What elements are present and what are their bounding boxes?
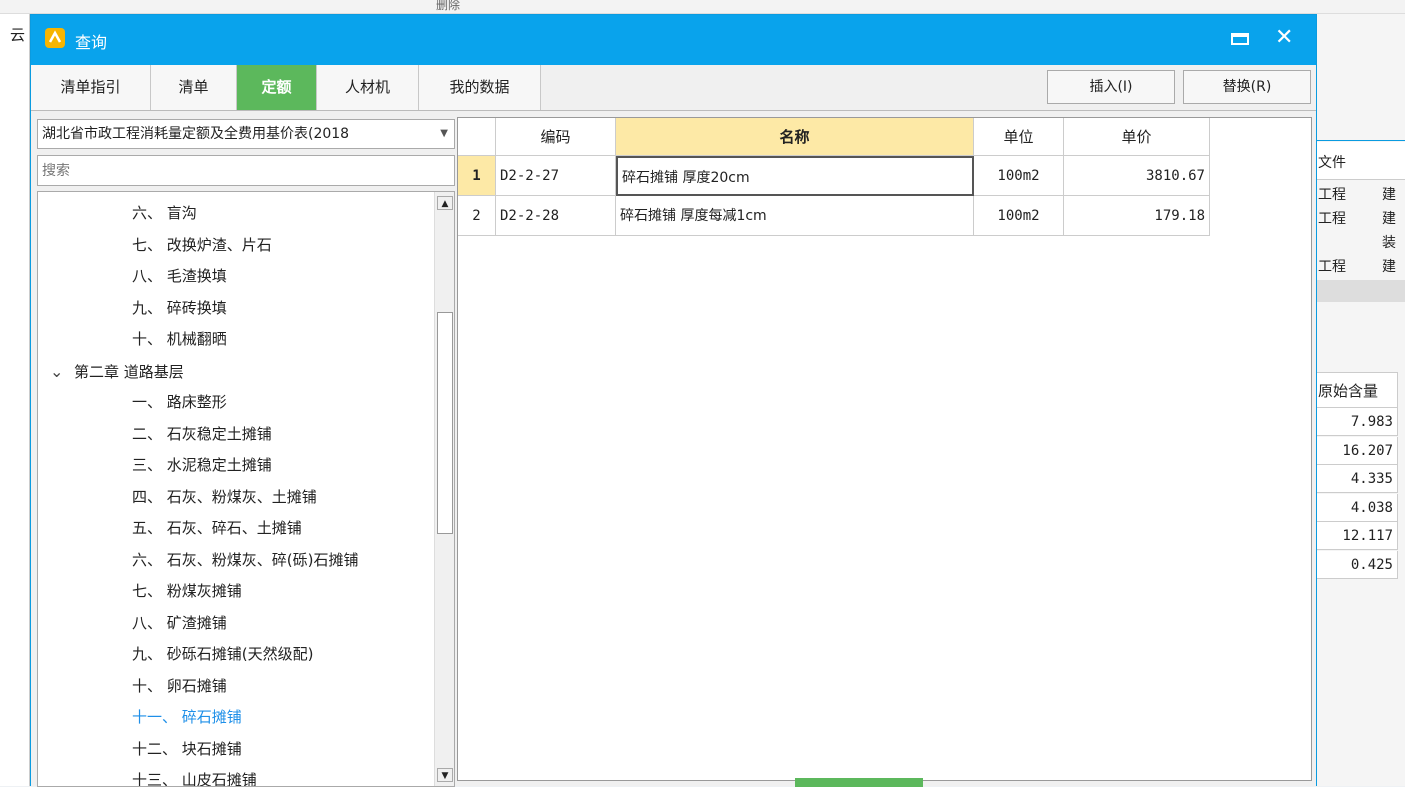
tree-item-label: 九、 碎砖换填 [132,298,227,317]
tree-item[interactable]: 九、 砂砾石摊铺(天然级配) [132,639,313,670]
tree-item-label: 六、 盲沟 [132,204,197,222]
tree-item[interactable]: 七、 粉煤灰摊铺 [132,576,242,607]
tree-item-label: 三、 水泥稳定土摊铺 [132,456,272,474]
tree-item-label: 一、 路床整形 [132,393,227,411]
tree-item[interactable]: 十一、 碎石摊铺 [132,702,242,733]
query-dialog: 查询 ✕ 清单指引 清单 定额 人材机 我的数据 插入(I) 替换(R) 湖北省… [30,14,1317,787]
background-type-cell: 建 [1382,211,1396,227]
tree-item-label: 七、 改换炉渣、片石 [132,235,272,254]
close-icon[interactable]: ✕ [1275,25,1293,50]
tree-item[interactable]: 四、 石灰、粉煤灰、土摊铺 [132,482,317,513]
background-original-qty-header: 原始含量 [1318,382,1379,400]
background-qty-cell: 12.117 [1316,522,1398,550]
tree-item-label: 九、 砂砾石摊铺(天然级配) [132,645,314,663]
dialog-tabbar: 清单指引 清单 定额 人材机 我的数据 插入(I) 替换(R) [31,65,1316,111]
tree-item[interactable]: 一、 路床整形 [132,387,227,418]
tree-item-label: 五、 石灰、碎石、土摊铺 [132,519,302,537]
tree-item-label: 四、 石灰、粉煤灰、土摊铺 [132,487,317,506]
quota-name[interactable]: 碎石摊铺 厚度每减1cm [616,196,974,236]
background-type-cell: 装 [1382,235,1396,251]
tree-item[interactable]: 十、 卵石摊铺 [132,671,227,702]
tree-item-label: 十、 机械翻晒 [132,330,227,348]
tree-item-label: 八、 矿渣摊铺 [132,613,227,632]
tree-item-label: 十、 卵石摊铺 [132,676,227,695]
tree-item-label: 六、 石灰、粉煤灰、碎(砾)石摊铺 [132,550,359,569]
tree-item[interactable]: 十二、 块石摊铺 [132,734,242,765]
tree-item[interactable]: 七、 改换炉渣、片石 [132,230,272,261]
background-type-cell: 建 [1382,187,1396,203]
background-qty-cell: 7.983 [1316,408,1398,436]
quota-grid: 编码 名称 单位 单价 1 D2-2-27 碎石摊铺 厚度20cm 100m2 3810… [457,117,1312,781]
grid-header-rowno [458,118,496,156]
dialog-titlebar[interactable]: 查询 ✕ [31,15,1316,65]
background-qty-cell: 4.335 [1316,465,1398,493]
tab-my-data[interactable]: 我的数据 [419,65,541,110]
background-file-cell: 工程 [1318,259,1346,275]
insert-button[interactable]: 插入(I) [1047,70,1175,104]
tab-quota[interactable]: 定额 [237,65,317,110]
background-file-header: 文件 [1318,155,1346,171]
grid-header-price[interactable]: 单价 [1064,118,1210,156]
quota-code[interactable]: D2-2-28 [496,196,616,236]
quota-library-select[interactable]: 湖北省市政工程消耗量定额及全费用基价表(2018 ▼ [37,119,455,149]
tree-item[interactable]: 八、 毛渣换填 [132,261,227,292]
quota-unit[interactable]: 100m2 [974,156,1064,196]
tree-item[interactable]: 六、 盲沟 [132,198,197,229]
background-file-cell: 工程 [1318,211,1346,227]
tree-item-label: 十一、 碎石摊铺 [132,708,242,726]
background-left-panel: 云 [0,14,30,786]
chevron-down-icon[interactable]: ⌄ [50,356,74,387]
background-type-cell: 建 [1382,259,1396,275]
tree-item-label: 七、 粉煤灰摊铺 [132,582,242,600]
tree-item[interactable]: 三、 水泥稳定土摊铺 [132,450,272,481]
tree-item[interactable]: 十三、 山皮石摊铺 [132,765,257,787]
tree-item[interactable]: 九、 碎砖换填 [132,293,227,324]
tree-item-label: 十二、 块石摊铺 [132,739,242,758]
background-qty-cell: 0.425 [1316,550,1398,579]
scroll-up-icon[interactable]: ▲ [437,196,453,210]
tree-item-label: 八、 毛渣换填 [132,267,227,285]
quota-code[interactable]: D2-2-27 [496,156,616,196]
background-qty-cell: 4.038 [1316,493,1398,522]
row-number[interactable]: 2 [458,196,496,236]
row-number[interactable]: 1 [458,156,496,196]
background-qty-cell: 16.207 [1316,436,1398,465]
quota-library-value: 湖北省市政工程消耗量定额及全费用基价表(2018 [42,126,350,142]
maximize-icon[interactable] [1231,33,1249,45]
chapter-tree: 六、 盲沟七、 改换炉渣、片石 八、 毛渣换填 九、 碎砖换填 十、 机械翻晒 ⌄ 第二章… [37,191,455,787]
quota-price[interactable]: 3810.67 [1064,156,1210,196]
tree-item[interactable]: 六、 石灰、粉煤灰、碎(砾)石摊铺 [132,545,358,576]
search-input[interactable] [37,155,455,186]
tree-item[interactable]: ⌄ 第二章 道路基层 [50,356,184,387]
tree-item[interactable]: 二、 石灰稳定土摊铺 [132,419,272,450]
grid-header-unit[interactable]: 单位 [974,118,1064,156]
scroll-down-icon[interactable]: ▼ [437,768,453,782]
dialog-title: 查询 [75,33,108,52]
tab-bill[interactable]: 清单 [151,65,237,110]
scrollbar-thumb[interactable] [437,312,453,534]
grid-header-code[interactable]: 编码 [496,118,616,156]
quota-price[interactable]: 179.18 [1064,196,1210,236]
quota-name[interactable]: 碎石摊铺 厚度20cm [616,156,974,196]
chevron-down-icon: ▼ [440,128,448,139]
background-left-label: 云 [10,26,26,44]
tree-item-label: 第二章 道路基层 [74,362,184,381]
toolbar-delete-label[interactable]: 删除 [436,0,460,13]
background-toolbar: 删除 [0,0,1405,14]
tab-labor-material-machine[interactable]: 人材机 [317,65,419,110]
tree-item[interactable]: 十、 机械翻晒 [132,324,227,355]
grid-header-name[interactable]: 名称 [616,118,974,156]
tree-item-label: 十三、 山皮石摊铺 [132,771,257,787]
background-right-panel: 文件 工程建工程建装工程建 原始含量 7.983 16.207 4.335 4.038… [1316,14,1405,786]
replace-button[interactable]: 替换(R) [1183,70,1311,104]
quota-unit[interactable]: 100m2 [974,196,1064,236]
tree-item-label: 二、 石灰稳定土摊铺 [132,424,272,443]
app-logo-icon [45,28,65,48]
tree-scrollbar[interactable]: ▲ ▼ [434,192,454,786]
tree-item[interactable]: 五、 石灰、碎石、土摊铺 [132,513,302,544]
tab-bill-guide[interactable]: 清单指引 [31,65,151,110]
background-file-cell: 工程 [1318,187,1346,203]
tree-item[interactable]: 八、 矿渣摊铺 [132,608,227,639]
